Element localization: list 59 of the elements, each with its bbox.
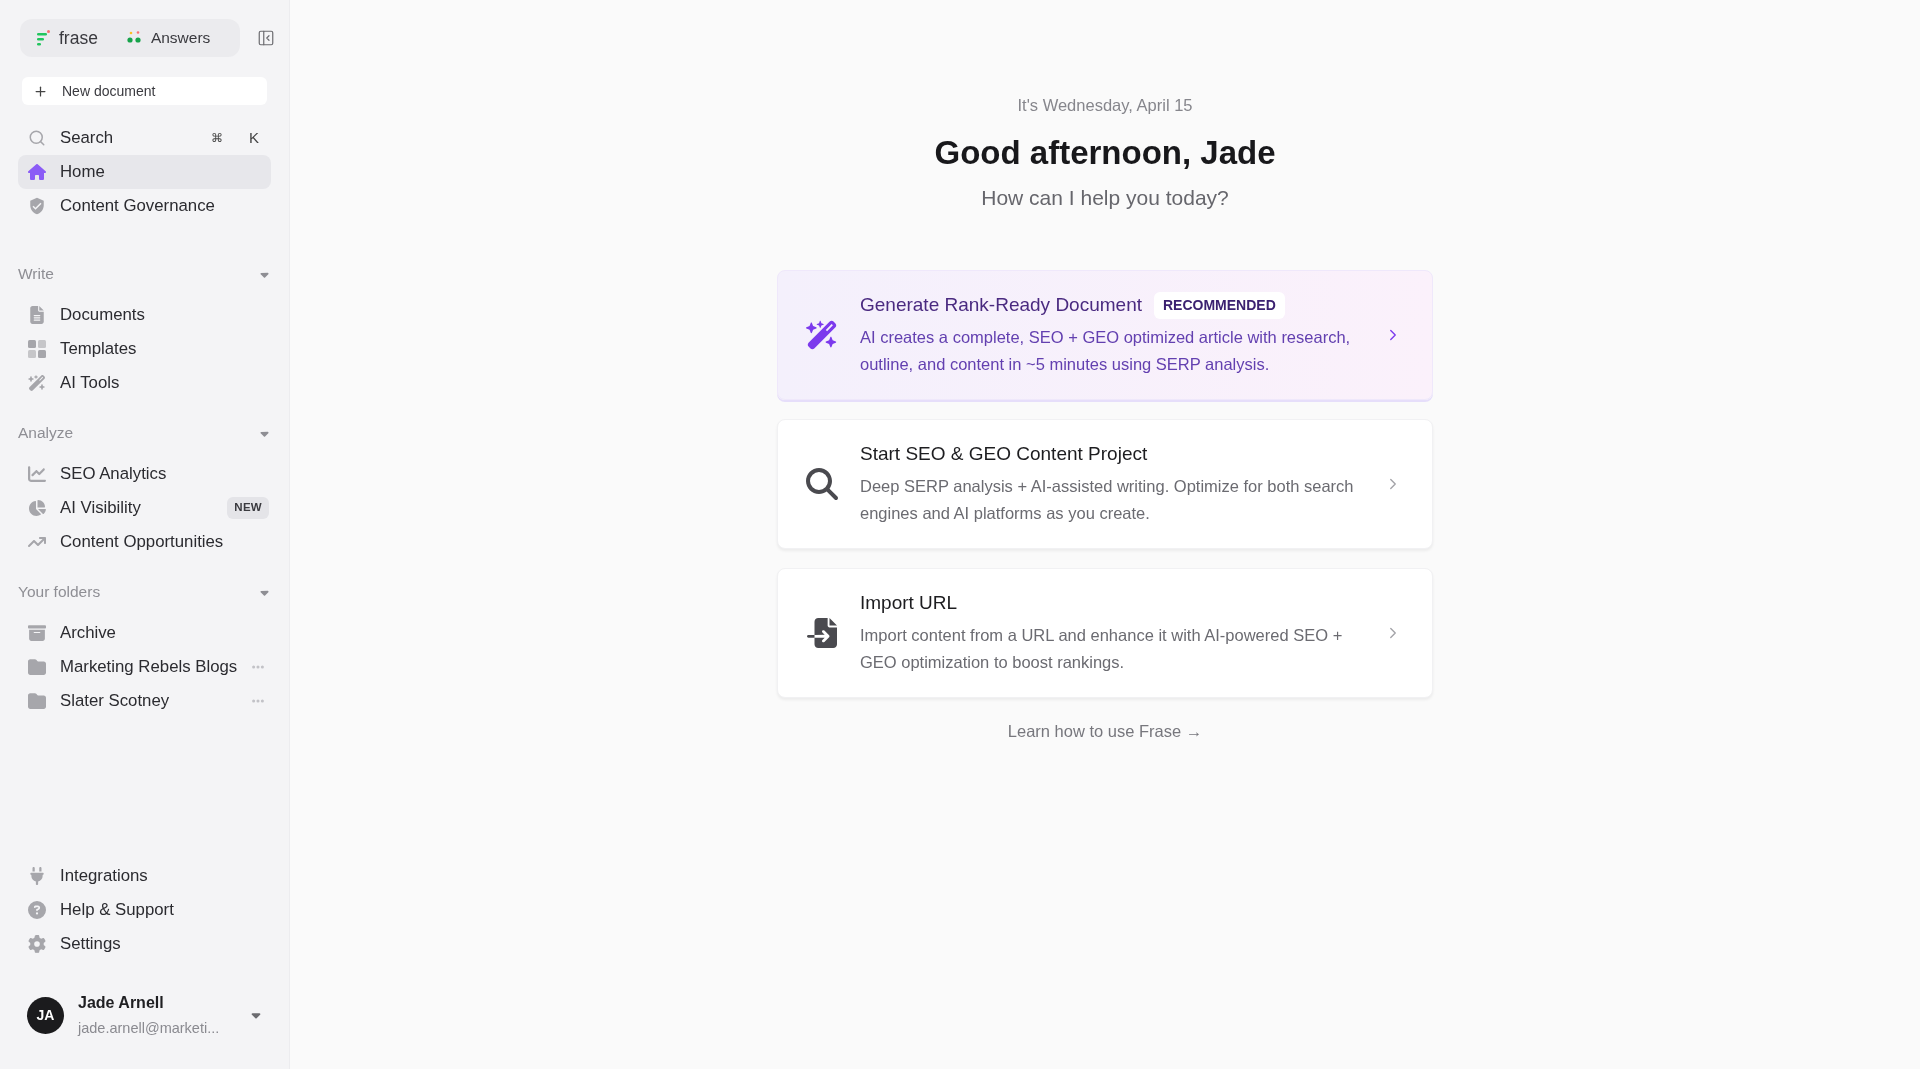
plug-icon [28,867,46,885]
new-badge: NEW [227,497,269,519]
sidebar-item[interactable]: Search ⌘ K [18,121,271,155]
sidebar-item[interactable]: Slater Scotney [18,684,271,718]
answers-logo-icon [125,31,142,45]
line-chart-icon [28,465,46,483]
shortcut-key: ⌘ [211,129,223,147]
sidebar-item[interactable]: AI Visibility NEW [18,491,271,525]
card-description: AI creates a complete, SEO + GEO optimized article with research, outline, and content in ~5 minutes using SERP analysis. [860,327,1352,375]
shortcut-key: K [249,126,259,150]
search-icon [28,129,46,147]
pie-chart-icon [28,499,46,517]
magic-wand-icon [806,319,838,351]
archive-box-icon [28,624,46,642]
folder-icon [28,658,46,676]
sidebar-item[interactable]: AI Tools [18,366,271,400]
sidebar-item[interactable]: Templates [18,332,271,366]
user-name: Jade Arnell [78,993,165,1013]
sidebar-item[interactable]: Content Opportunities [18,525,271,559]
sidebar-item[interactable]: Archive [18,616,271,650]
card-title: Generate Rank-Ready Document [860,293,1142,318]
prompt-text: How can I help you today? [981,185,1229,211]
product-tab[interactable]: frase [37,24,98,52]
card-title: Import URL [860,591,958,616]
card-title: Start SEO & GEO Content Project [860,442,1148,467]
settings-icon [28,935,46,953]
user-avatar[interactable]: JA [27,996,64,1034]
shield-check-icon [28,197,46,215]
action-card[interactable]: Generate Rank-Ready Document RECOMMENDED AI creates a complete, SEO + GEO optimized article with research, outline, and content in ~5 minutes using SERP analysis. [777,270,1433,400]
date-text: It's Wednesday, April 15 [1017,95,1193,116]
document-icon [28,306,46,324]
sidebar-item[interactable]: Integrations [18,859,271,893]
sidebar-item[interactable]: Home [18,155,271,189]
magic-wand-icon [28,374,46,392]
new-document-button[interactable]: New document [22,77,267,105]
folder-icon [28,692,46,710]
sidebar-item[interactable]: SEO Analytics [18,457,271,491]
file-import-icon [807,618,837,648]
action-card[interactable]: Import URL Import content from a URL and enhance it with AI-powered SEO + GEO optimization to boost rankings. [777,568,1433,698]
frase-logo-icon [37,29,50,47]
sidebar-item[interactable]: Settings [18,927,271,961]
action-card[interactable]: Start SEO & GEO Content Project Deep SERP analysis + AI-assisted writing. Optimize for both search engines and AI platforms as you create. [777,419,1433,549]
learn-link[interactable]: Learn how to use Frase → [1007,720,1203,742]
grid-icon [28,340,46,358]
search-icon [806,468,838,500]
user-email: jade.arnell@marketi... [78,1019,221,1037]
plus-icon [33,83,48,99]
sidebar-item[interactable]: Documents [18,298,271,332]
greeting-heading: Good afternoon, Jade [934,133,1276,173]
sidebar-item[interactable]: Marketing Rebels Blogs [18,650,271,684]
card-description: Deep SERP analysis + AI-assisted writing. Optimize for both search engines and AI platforms as you create. [860,476,1355,524]
sidebar-item[interactable]: Help & Support [18,893,271,927]
sidebar-item[interactable]: Content Governance [18,189,271,223]
help-icon [28,901,46,919]
product-tab[interactable]: Answers [125,26,211,50]
home-icon [28,163,46,181]
recommended-badge: RECOMMENDED [1154,292,1285,319]
card-description: Import content from a URL and enhance it with AI-powered SEO + GEO optimization to boost rankings. [860,625,1344,673]
collapse-sidebar-icon[interactable] [257,29,275,47]
